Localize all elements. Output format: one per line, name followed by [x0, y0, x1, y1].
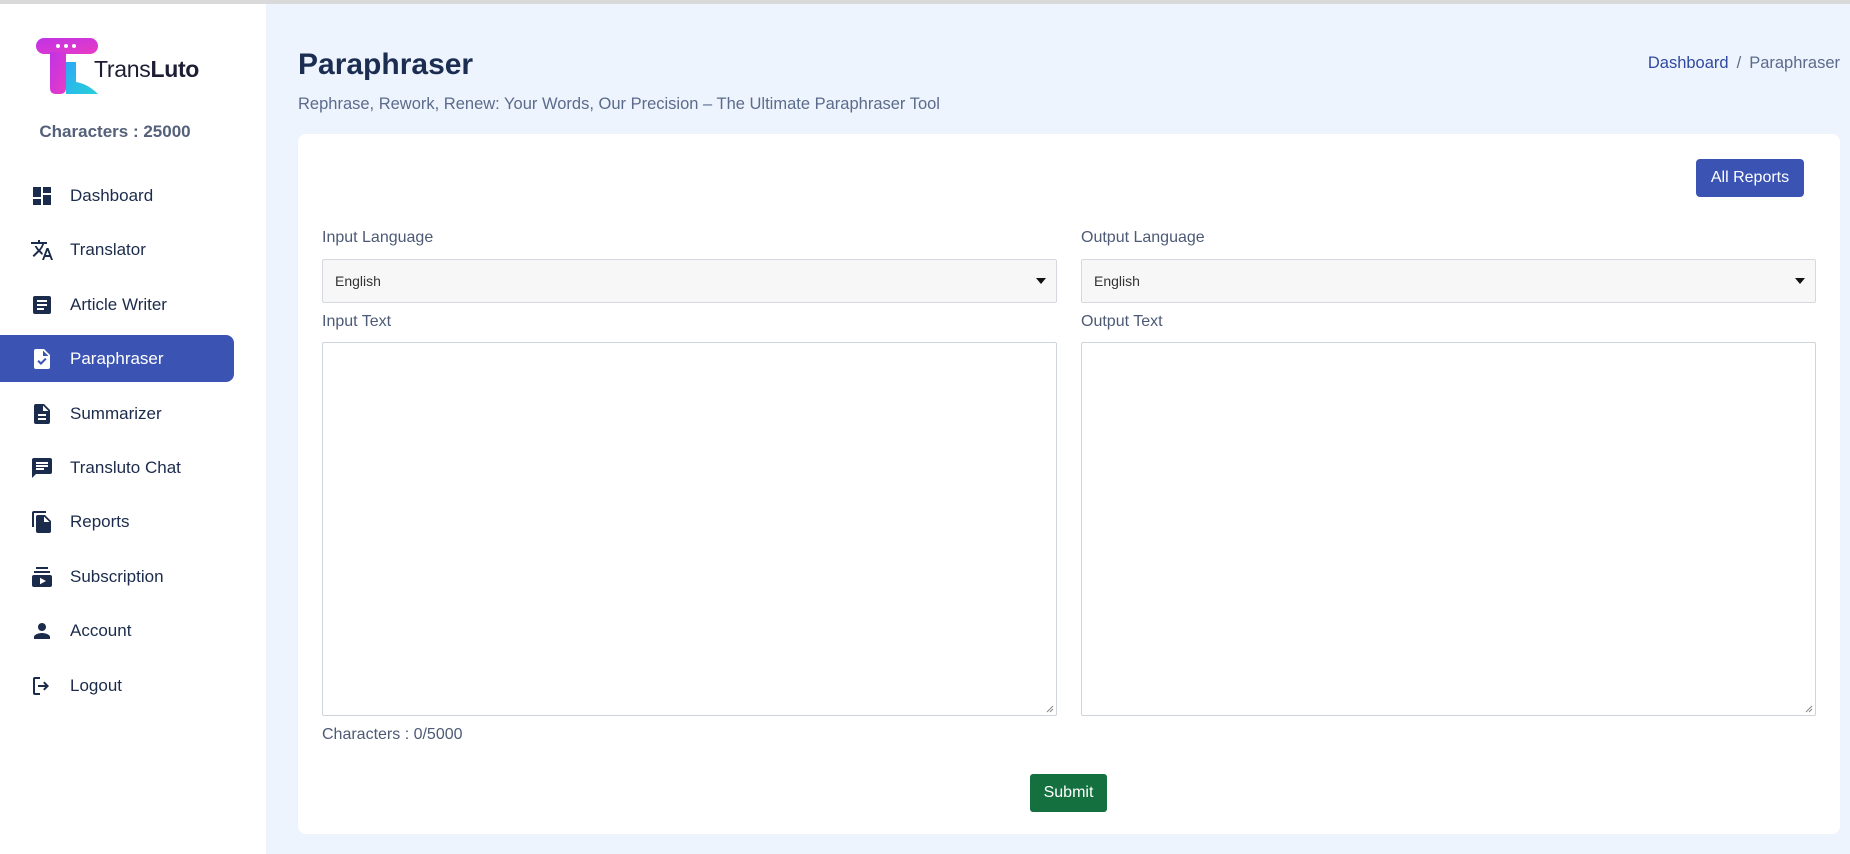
sidebar-item-subscription[interactable]: Subscription [0, 553, 234, 600]
output-language-label: Output Language [1081, 229, 1205, 246]
paraphraser-card: All Reports Input Language English Outpu… [298, 134, 1840, 834]
sidebar-item-article-writer[interactable]: Article Writer [0, 281, 234, 328]
caret-down-icon [1036, 278, 1046, 284]
submit-button[interactable]: Submit [1030, 774, 1107, 812]
input-language-select[interactable]: English [322, 259, 1057, 303]
reports-icon [32, 511, 51, 534]
sidebar-item-label: Logout [70, 675, 122, 695]
sidebar-item-logout[interactable]: Logout [0, 662, 234, 709]
sidebar-item-label: Paraphraser [70, 349, 164, 369]
dashboard-icon [33, 187, 51, 205]
output-language-select[interactable]: English [1081, 259, 1816, 303]
sidebar-item-account[interactable]: Account [0, 607, 234, 654]
input-text-area[interactable] [322, 342, 1057, 716]
output-language-value: English [1094, 273, 1140, 289]
sidebar-item-label: Reports [70, 512, 130, 532]
breadcrumb-current: Paraphraser [1749, 54, 1840, 72]
page-title: Paraphraser [298, 48, 474, 81]
resize-grip-icon[interactable] [1046, 705, 1054, 713]
output-text-label: Output Text [1081, 313, 1163, 330]
person-icon [34, 623, 50, 640]
breadcrumb-dashboard-link[interactable]: Dashboard [1648, 54, 1729, 72]
logout-icon [33, 676, 49, 695]
window-top-border [0, 0, 1850, 4]
sidebar-item-dashboard[interactable]: Dashboard [0, 172, 234, 219]
output-text-area[interactable] [1081, 342, 1816, 716]
document-icon [34, 403, 50, 424]
character-counter: Characters : 0/5000 [322, 726, 463, 743]
brand-name: TransLuto [94, 56, 200, 82]
sidebar-item-reports[interactable]: Reports [0, 498, 234, 545]
sidebar: TransLuto Characters : 25000 Dashboard T… [0, 4, 266, 854]
sidebar-item-transluto-chat[interactable]: Transluto Chat [0, 444, 234, 491]
caret-down-icon [1795, 278, 1805, 284]
sidebar-item-label: Translator [70, 240, 146, 260]
sidebar-nav: Dashboard Translator Article Writer Para… [0, 172, 266, 716]
sidebar-item-label: Dashboard [70, 186, 154, 205]
input-language-value: English [335, 273, 381, 289]
resize-grip-icon[interactable] [1805, 705, 1813, 713]
sidebar-item-label: Article Writer [70, 294, 167, 314]
translate-icon [31, 240, 53, 261]
sidebar-item-translator[interactable]: Translator [0, 226, 234, 273]
chat-icon [32, 457, 52, 478]
page-subtitle: Rephrase, Rework, Renew: Your Words, Our… [298, 95, 940, 113]
breadcrumb-separator: / [1736, 54, 1742, 72]
sidebar-item-summarizer[interactable]: Summarizer [0, 390, 234, 437]
sidebar-item-label: Account [70, 621, 132, 641]
file-check-icon [34, 349, 50, 370]
sidebar-item-label: Transluto Chat [70, 457, 181, 477]
sidebar-item-paraphraser[interactable]: Paraphraser [0, 335, 234, 383]
all-reports-button[interactable]: All Reports [1696, 159, 1804, 197]
breadcrumb: Dashboard / Paraphraser [1648, 54, 1840, 73]
character-balance: Characters : 25000 [39, 122, 191, 141]
sidebar-item-label: Subscription [70, 566, 164, 586]
sidebar-item-label: Summarizer [70, 403, 162, 423]
subscription-icon [32, 566, 52, 587]
input-text-label: Input Text [322, 313, 392, 330]
input-language-label: Input Language [322, 229, 434, 246]
article-icon [33, 295, 51, 314]
